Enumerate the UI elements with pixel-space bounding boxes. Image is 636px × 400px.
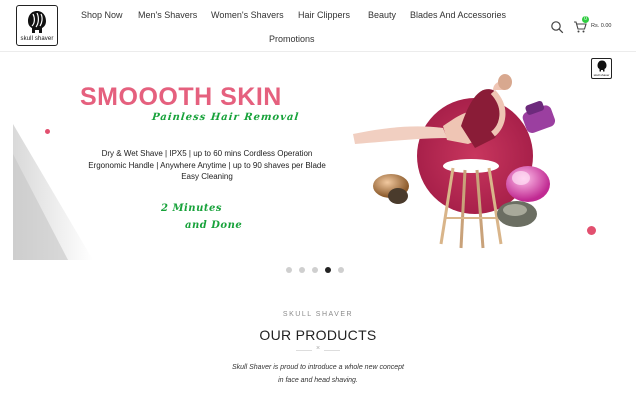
banner-subtitle: Painless Hair Removal	[151, 112, 300, 123]
cart-count-badge: 0	[582, 16, 589, 23]
nav-shop-now[interactable]: Shop Now	[81, 10, 123, 20]
search-icon[interactable]	[550, 20, 564, 34]
banner-title: SMOOOTH SKIN	[80, 83, 282, 111]
section-eyebrow: SKULL SHAVER	[282, 311, 354, 318]
section-description: Skull Shaver is proud to introduce a who…	[232, 364, 404, 371]
hero-banner[interactable]: SMOOOTH SKIN Painless Hair Removal Dry &…	[13, 54, 623, 260]
cart-total[interactable]: Rs. 0.00	[591, 23, 611, 29]
divider-x-icon: ×	[312, 345, 324, 352]
banner-tagline: 2 Minutes	[161, 203, 222, 214]
brand-logo[interactable]: skull shaver	[16, 5, 58, 46]
model-with-shavers-image	[353, 74, 556, 249]
section-heading: OUR PRODUCTS	[259, 327, 377, 343]
nav-hair-clippers[interactable]: Hair Clippers	[298, 10, 350, 20]
banner-logo-wordmark: skull shaver	[593, 73, 610, 77]
nav-mens-shavers[interactable]: Men's Shavers	[138, 10, 197, 20]
decor-dot	[45, 129, 50, 134]
skull-logo-icon	[28, 11, 46, 33]
banner-tagline: and Done	[185, 220, 243, 231]
nav-beauty[interactable]: Beauty	[368, 10, 396, 20]
banner-feature-line: Dry & Wet Shave | IPX5 | up to 60 mins C…	[101, 149, 313, 158]
nav-promotions[interactable]: Promotions	[269, 34, 315, 44]
slider-dot-4[interactable]	[325, 267, 331, 273]
banner-feature-line: Easy Cleaning	[181, 172, 233, 181]
logo-wordmark: skull shaver	[20, 36, 54, 42]
nav-womens-shavers[interactable]: Women's Shavers	[211, 10, 284, 20]
section-description: in face and head shaving.	[278, 377, 358, 384]
nav-blades-accessories[interactable]: Blades And Accessories	[410, 10, 506, 20]
skull-logo-icon	[597, 60, 607, 72]
site-header: skull shaver Shop Now Men's Shavers Wome…	[0, 0, 636, 52]
slider-dot-1[interactable]	[286, 267, 292, 273]
slider-dot-5[interactable]	[338, 267, 344, 273]
slider-dot-2[interactable]	[299, 267, 305, 273]
banner-feature-line: Ergonomic Handle | Anywhere Anytime | up…	[88, 161, 326, 170]
banner-brand-logo: skull shaver	[591, 58, 612, 79]
slider-dot-3[interactable]	[312, 267, 318, 273]
